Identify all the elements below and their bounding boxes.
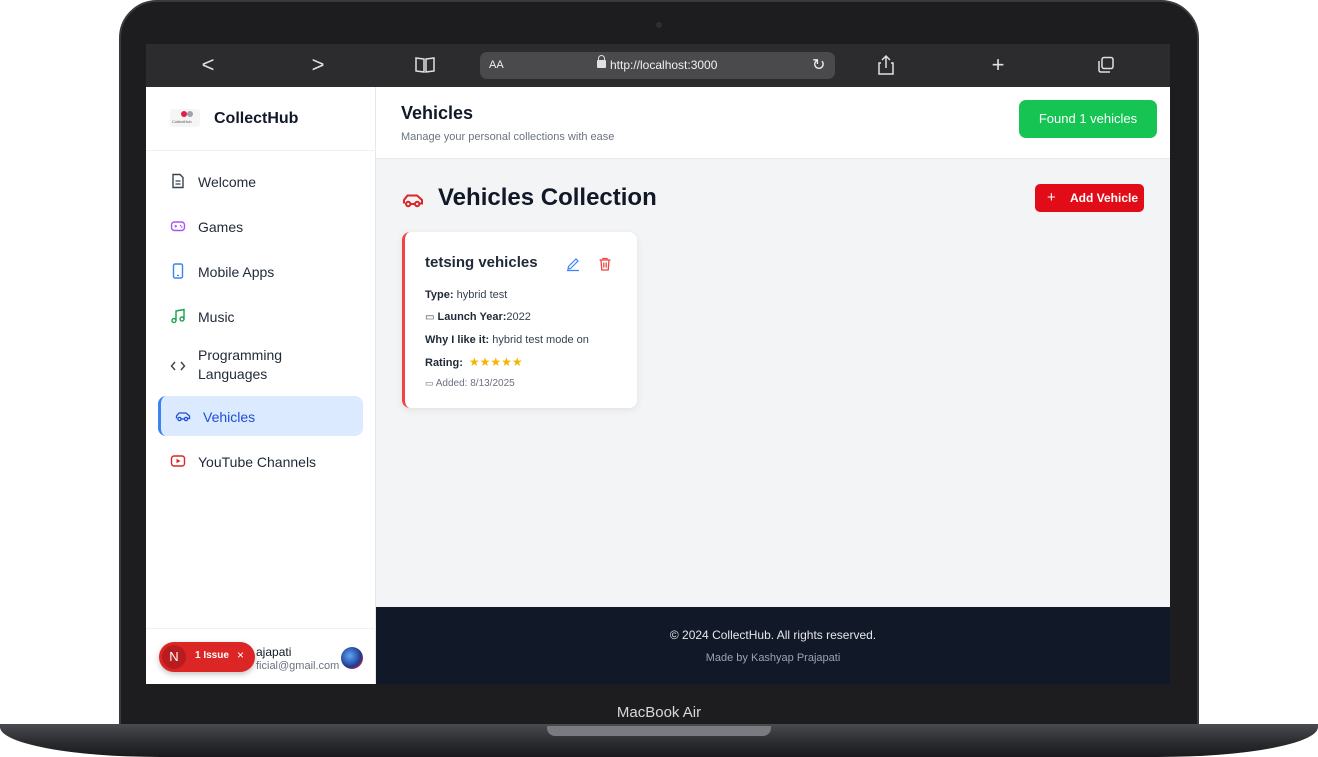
- sidebar-item-youtube-channels[interactable]: YouTube Channels: [158, 441, 363, 481]
- rating-stars: ★★★★★: [468, 355, 523, 369]
- smartphone-icon: [172, 263, 184, 279]
- add-vehicle-label: Add Vehicle: [1070, 191, 1139, 205]
- document-icon: [172, 173, 184, 189]
- calendar-icon: ▭: [425, 378, 434, 388]
- plus-icon: +: [1047, 189, 1056, 206]
- vehicle-type: Type: hybrid test: [425, 289, 508, 301]
- code-icon: [170, 361, 186, 371]
- nextjs-logo-icon: N: [162, 645, 186, 669]
- sidebar-item-mobile-apps[interactable]: Mobile Apps: [158, 251, 363, 291]
- address-bar[interactable]: AA http://localhost:3000 ↻: [480, 52, 835, 79]
- sidebar-item-welcome[interactable]: Welcome: [158, 161, 363, 201]
- browser-toolbar: < > AA http://localhost:3000 ↻ +: [146, 44, 1170, 87]
- issues-badge[interactable]: N 1 Issue ×: [159, 642, 255, 672]
- avatar[interactable]: [341, 647, 363, 669]
- edit-icon[interactable]: [565, 256, 581, 272]
- brand-name: CollectHub: [214, 110, 299, 127]
- brand[interactable]: CollectHub CollectHub: [146, 87, 376, 151]
- vehicle-card: tetsing vehicles Type: hybrid test ▭ Lau…: [402, 232, 637, 408]
- sidebar-item-programming-languages[interactable]: Programming Languages: [158, 341, 363, 391]
- reload-icon[interactable]: ↻: [812, 55, 825, 75]
- sidebar-item-label: Vehicles: [203, 409, 256, 425]
- screen: < > AA http://localhost:3000 ↻ + Collect…: [146, 44, 1170, 684]
- user-profile[interactable]: ajapati ficial@gmail.com N 1 Issue ×: [146, 628, 376, 684]
- sidebar-item-label: Music: [198, 309, 235, 325]
- vehicle-rating: Rating: ★★★★★: [425, 355, 523, 369]
- device-model-label: MacBook Air: [616, 704, 702, 721]
- sidebar: CollectHub CollectHub Welcome Games Mobi…: [146, 87, 376, 684]
- calendar-icon: ▭: [425, 312, 435, 323]
- footer-copyright: © 2024 CollectHub. All rights reserved.: [669, 628, 877, 642]
- forward-icon[interactable]: >: [304, 52, 332, 78]
- car-icon: [403, 194, 423, 208]
- reader-book-icon[interactable]: [414, 56, 436, 74]
- sidebar-item-label: Mobile Apps: [198, 264, 275, 280]
- collection-title: Vehicles Collection: [438, 184, 657, 211]
- page-title: Vehicles: [401, 103, 474, 123]
- laptop-notch: [547, 726, 771, 736]
- user-email: ficial@gmail.com: [256, 660, 340, 672]
- footer-made-by: Made by Kashyap Prajapati: [705, 652, 841, 664]
- sidebar-item-label: Games: [198, 219, 244, 235]
- gamepad-icon: [170, 221, 186, 232]
- car-icon: [175, 412, 191, 422]
- issues-count[interactable]: 1 Issue: [195, 650, 229, 661]
- vehicle-launch-year: ▭ Launch Year:2022: [425, 311, 531, 323]
- music-icon: [171, 308, 185, 324]
- footer: © 2024 CollectHub. All rights reserved. …: [376, 607, 1170, 684]
- sidebar-item-label: Welcome: [198, 174, 257, 190]
- new-tab-icon[interactable]: +: [984, 52, 1012, 78]
- url-text[interactable]: http://localhost:3000: [610, 58, 717, 72]
- sidebar-nav: Welcome Games Mobile Apps Music Programm…: [158, 161, 363, 486]
- back-icon[interactable]: <: [194, 52, 222, 78]
- add-vehicle-button[interactable]: + Add Vehicle: [1035, 184, 1144, 212]
- sidebar-item-games[interactable]: Games: [158, 206, 363, 246]
- page-header: Vehicles Manage your personal collection…: [376, 87, 1170, 159]
- vehicle-why: Why I like it: hybrid test mode on: [425, 334, 589, 346]
- close-icon[interactable]: ×: [237, 648, 244, 662]
- tabs-overview-icon[interactable]: [1097, 56, 1115, 74]
- sidebar-item-vehicles[interactable]: Vehicles: [158, 396, 363, 436]
- sidebar-item-music[interactable]: Music: [158, 296, 363, 336]
- main-content: Vehicles Manage your personal collection…: [376, 87, 1170, 684]
- vehicle-title: tetsing vehicles: [425, 254, 538, 271]
- vehicle-added-date: ▭ Added: 8/13/2025: [425, 378, 515, 389]
- sidebar-item-label: Programming Languages: [198, 347, 283, 382]
- text-size-button[interactable]: AA: [489, 59, 504, 71]
- camera-icon: [656, 22, 662, 28]
- share-icon[interactable]: [877, 54, 895, 76]
- user-name: ajapati: [256, 645, 292, 659]
- lock-icon: [597, 55, 606, 68]
- found-count-button[interactable]: Found 1 vehicles: [1019, 100, 1157, 138]
- page-subtitle: Manage your personal collections with ea…: [401, 131, 615, 143]
- brand-logo: CollectHub: [170, 109, 200, 127]
- sidebar-item-label: YouTube Channels: [198, 454, 317, 470]
- youtube-icon: [170, 455, 186, 467]
- delete-icon[interactable]: [597, 256, 613, 272]
